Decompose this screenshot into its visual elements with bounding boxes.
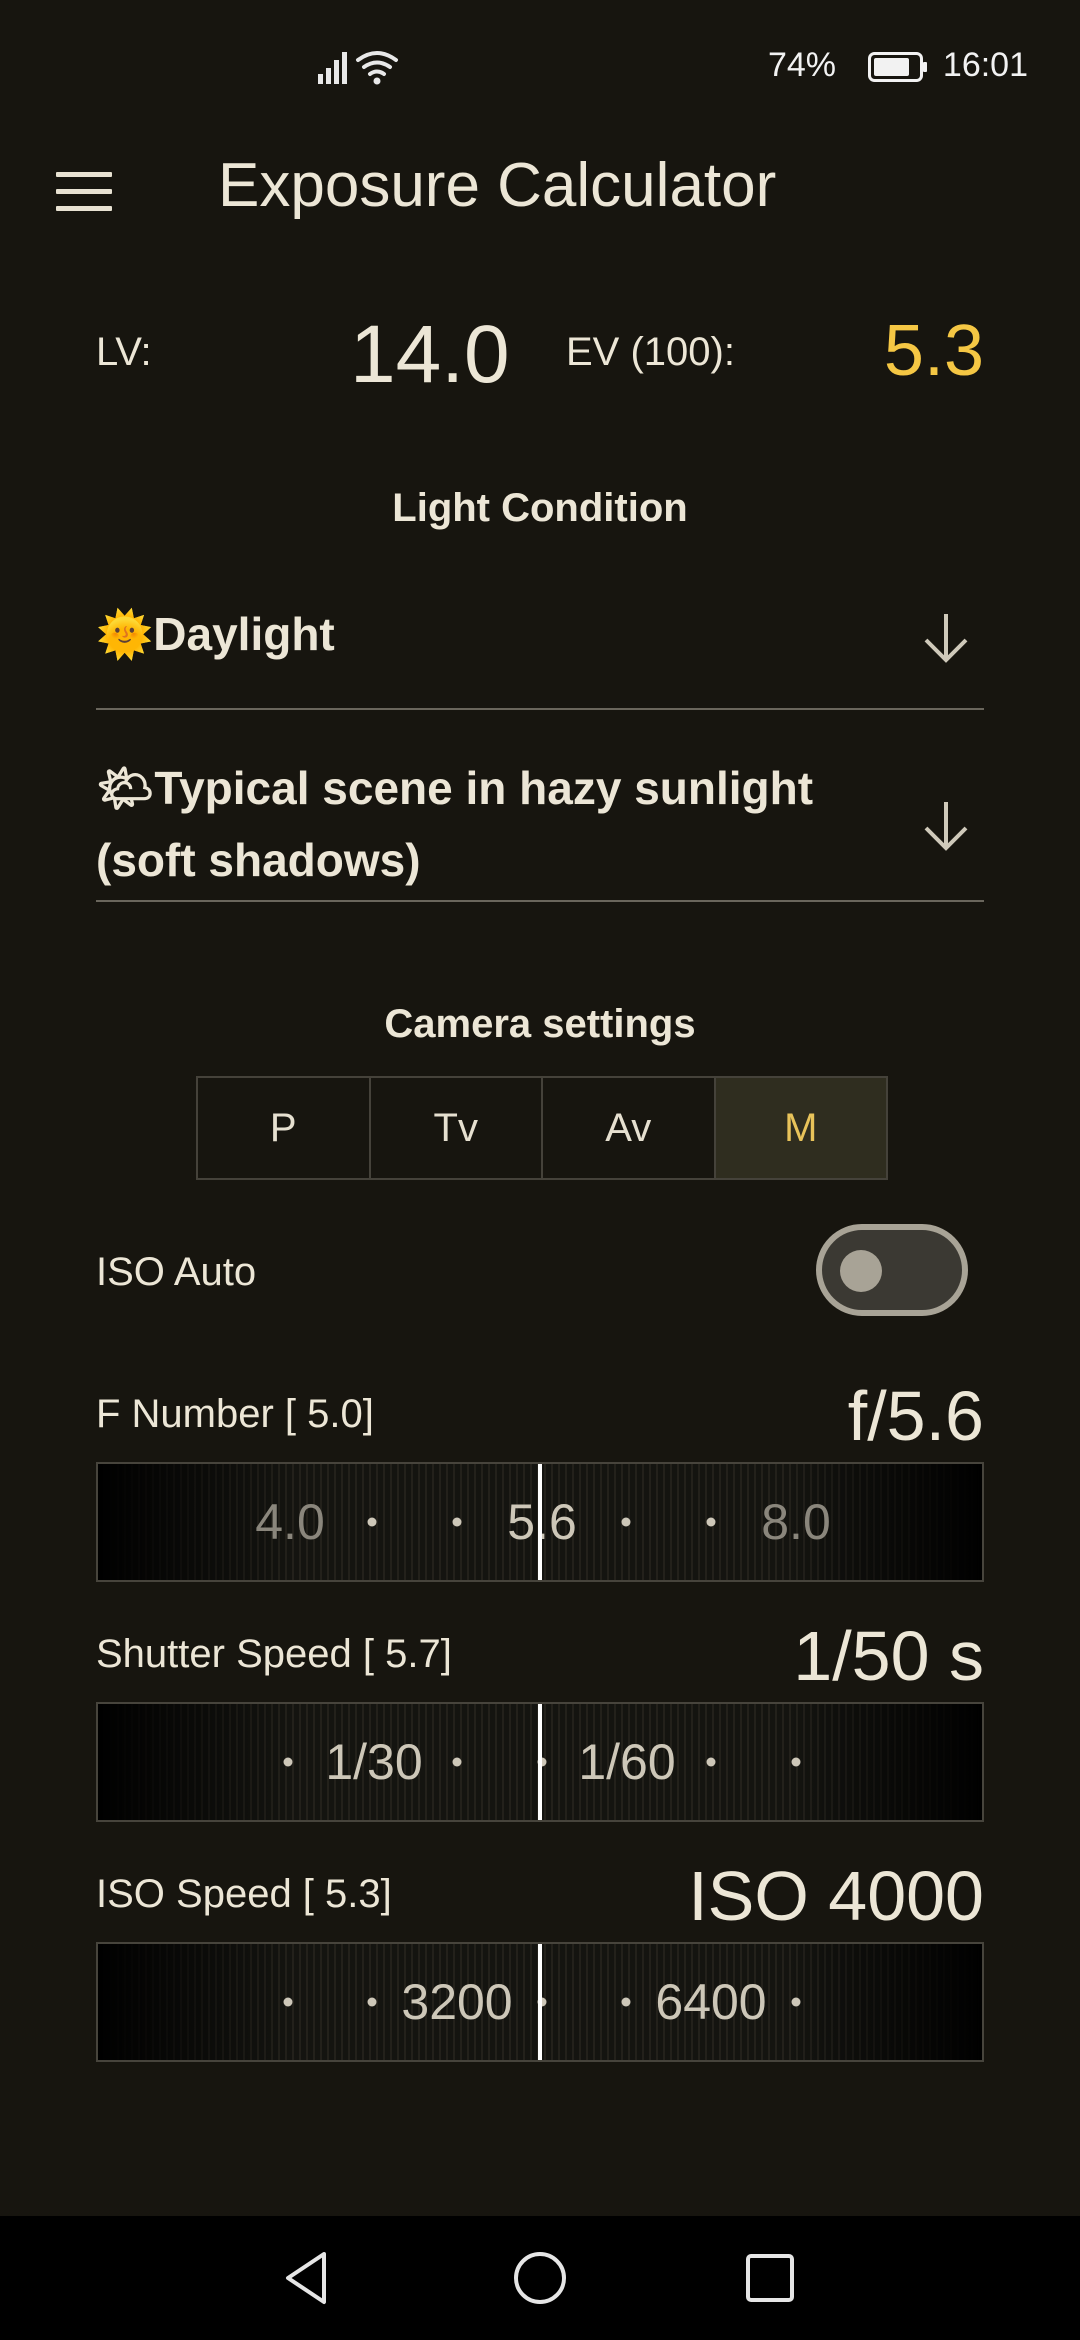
battery-icon: [868, 52, 927, 82]
home-icon[interactable]: [508, 2246, 572, 2310]
battery-percent: 74%: [767, 46, 836, 84]
shutter-speed-value: 1/50 s: [793, 1617, 984, 1695]
dial-dot: [367, 1997, 377, 2007]
dial-dot: [452, 1517, 462, 1527]
mode-tv-button[interactable]: Tv: [371, 1078, 543, 1178]
wifi-icon: [356, 51, 398, 76]
f-number-label: F Number [ 5.0]: [96, 1392, 374, 1436]
shutter-speed-dial[interactable]: 1/30 1/60: [96, 1702, 984, 1822]
ev-value: 5.3: [883, 311, 984, 391]
iso-speed-label: ISO Speed [ 5.3]: [96, 1872, 392, 1916]
dial-center-indicator: [538, 1464, 542, 1580]
dial-tick-label: 3200: [401, 1974, 513, 2030]
status-time: 16:01: [942, 46, 1028, 84]
dial-dot: [791, 1757, 801, 1767]
sun-emoji-icon: 🌞: [96, 608, 154, 660]
mode-av-button[interactable]: Av: [543, 1078, 716, 1178]
dial-dot: [621, 1997, 631, 2007]
system-nav-bar: [0, 2216, 1080, 2340]
ev-label: EV (100):: [566, 330, 735, 374]
dial-dot: [367, 1517, 377, 1527]
dial-dot: [791, 1997, 801, 2007]
f-number-dial[interactable]: 4.0 5.6 8.0: [96, 1462, 984, 1582]
dial-tick-label: 5.6: [507, 1494, 577, 1550]
dial-dot: [283, 1997, 293, 2007]
dial-center-indicator: [538, 1944, 542, 2060]
recents-icon[interactable]: [738, 2246, 802, 2310]
dial-dot: [706, 1757, 716, 1767]
mode-p-button[interactable]: P: [198, 1078, 371, 1178]
mode-selector: P Tv Av M: [196, 1076, 888, 1180]
light-category-dropdown[interactable]: 🌞Daylight: [96, 598, 984, 710]
dial-dot: [452, 1757, 462, 1767]
arrow-down-icon: [924, 614, 968, 663]
iso-speed-dial[interactable]: 3200 6400: [96, 1942, 984, 2062]
signal-wifi-icons: [318, 51, 398, 85]
f-number-value: f/5.6: [847, 1377, 984, 1455]
shutter-speed-label: Shutter Speed [ 5.7]: [96, 1632, 452, 1676]
lv-value: 14.0: [350, 309, 510, 400]
dial-tick-label: 6400: [655, 1974, 767, 2030]
dial-tick-label: 8.0: [761, 1494, 831, 1550]
light-category-value: Daylight: [153, 608, 335, 660]
dial-center-indicator: [538, 1704, 542, 1820]
app-title: Exposure Calculator: [218, 151, 777, 220]
arrow-down-icon: [924, 802, 968, 851]
iso-auto-toggle[interactable]: [816, 1224, 968, 1316]
hamburger-menu-icon[interactable]: [56, 172, 112, 212]
light-scene-dropdown[interactable]: 🌤Typical scene in hazy sunlight (soft sh…: [96, 752, 984, 902]
dial-tick-label: 4.0: [255, 1494, 325, 1550]
sun-behind-cloud-emoji-icon: 🌤: [96, 762, 155, 814]
iso-auto-label: ISO Auto: [96, 1250, 257, 1294]
dial-tick-label: 1/60: [578, 1734, 676, 1790]
dial-dot: [283, 1757, 293, 1767]
dial-dot: [621, 1517, 631, 1527]
dial-tick-label: 1/30: [325, 1734, 423, 1790]
back-icon[interactable]: [276, 2246, 340, 2310]
camera-settings-title: Camera settings: [384, 1002, 696, 1046]
mode-m-button[interactable]: M: [715, 1078, 886, 1178]
signal-icon: [318, 52, 347, 84]
lv-label: LV:: [96, 330, 152, 374]
light-condition-title: Light Condition: [392, 486, 688, 530]
light-scene-value: Typical scene in hazy sunlight (soft sha…: [96, 762, 814, 886]
dial-dot: [706, 1517, 716, 1527]
iso-speed-value: ISO 4000: [688, 1857, 984, 1935]
toggle-knob: [840, 1250, 882, 1292]
